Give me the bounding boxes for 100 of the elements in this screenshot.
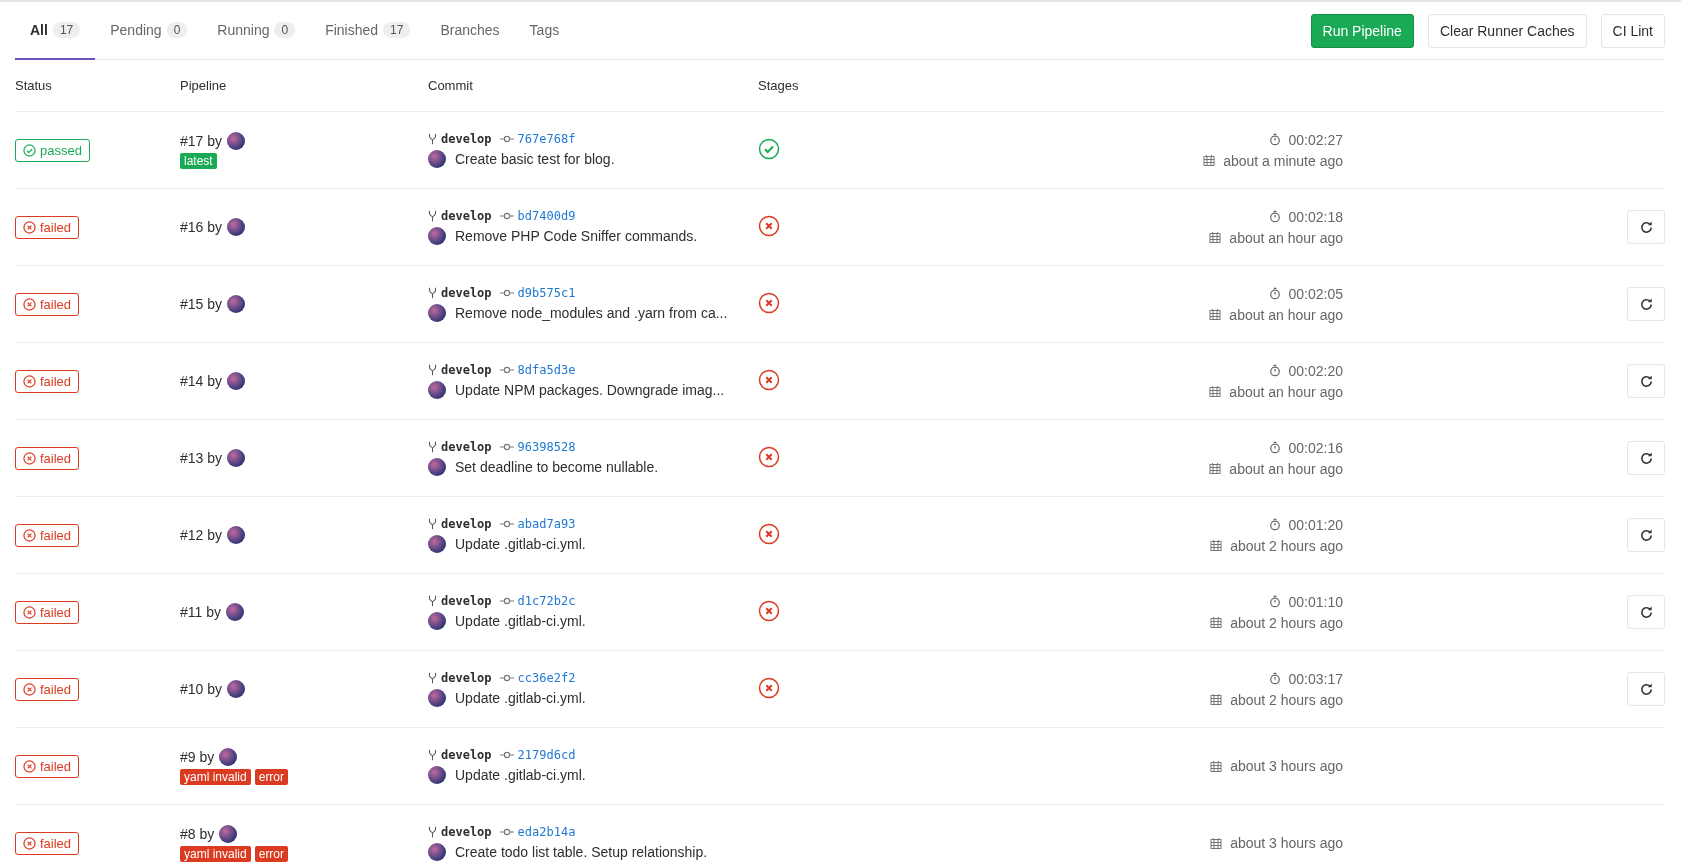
filter-tab[interactable]: All 17 (15, 2, 96, 60)
stage-failed-icon[interactable] (758, 445, 780, 468)
retry-button[interactable] (1627, 672, 1665, 706)
commit-message-link[interactable]: Update .gitlab-ci.yml. (455, 613, 586, 629)
retry-button[interactable] (1627, 364, 1665, 398)
pipeline-link[interactable]: #11 by (180, 604, 221, 620)
commit-sha-link[interactable]: 2179d6cd (517, 748, 576, 762)
status-badge[interactable]: failed (15, 215, 80, 239)
pipeline-link[interactable]: #14 by (180, 373, 223, 389)
created-time: about 2 hours ago (1230, 537, 1343, 554)
branch-link[interactable]: develop (441, 594, 492, 608)
avatar-icon[interactable] (428, 843, 446, 861)
filter-tab[interactable]: Running 0 (202, 2, 311, 60)
status-badge[interactable]: failed (15, 600, 80, 624)
filter-tab[interactable]: Finished 17 (310, 2, 426, 60)
avatar-icon[interactable] (428, 458, 446, 476)
retry-button[interactable] (1627, 287, 1665, 321)
avatar-icon[interactable] (227, 131, 246, 150)
commit-sha-link[interactable]: bd7400d9 (517, 209, 576, 223)
commit-sha-link[interactable]: abad7a93 (517, 517, 576, 531)
action-button[interactable]: Clear Runner Caches (1427, 13, 1587, 48)
count-badge: 0 (274, 22, 296, 38)
retry-button[interactable] (1627, 210, 1665, 244)
status-badge[interactable]: failed (15, 677, 80, 701)
branch-link[interactable]: develop (441, 132, 492, 146)
avatar-icon[interactable] (428, 612, 446, 630)
filter-tab[interactable]: Pending 0 (95, 2, 203, 60)
avatar-icon[interactable] (428, 535, 446, 553)
status-badge[interactable]: failed (15, 446, 80, 470)
commit-message-link[interactable]: Set deadline to become nullable. (455, 459, 659, 475)
pipeline-link[interactable]: #16 by (180, 219, 223, 235)
pipeline-link[interactable]: #17 by (180, 132, 223, 149)
calendar-icon (1209, 308, 1222, 321)
commit-message-link[interactable]: Create basic test for blog. (455, 151, 615, 167)
commit-sha-link[interactable]: cc36e2f2 (517, 671, 576, 685)
branch-link[interactable]: develop (441, 209, 492, 223)
commit-message-link[interactable]: Update .gitlab-ci.yml. (455, 690, 586, 706)
commit-sha-link[interactable]: d9b575c1 (517, 286, 576, 300)
stage-failed-icon[interactable] (758, 676, 780, 699)
avatar-icon[interactable] (227, 218, 246, 236)
avatar-icon[interactable] (428, 150, 446, 168)
commit-sha-link[interactable]: d1c72b2c (517, 594, 576, 608)
stage-failed-icon[interactable] (758, 214, 780, 237)
pipeline-link[interactable]: #10 by (180, 681, 223, 697)
avatar-icon[interactable] (428, 766, 446, 784)
retry-button[interactable] (1627, 595, 1665, 629)
branch-link[interactable]: develop (441, 825, 492, 839)
avatar-icon[interactable] (428, 227, 446, 245)
avatar-icon[interactable] (227, 372, 246, 390)
branch-link[interactable]: develop (441, 363, 492, 377)
commit-sha-link[interactable]: 96398528 (517, 440, 576, 454)
avatar-icon[interactable] (227, 295, 246, 313)
avatar-icon[interactable] (219, 824, 238, 843)
retry-button[interactable] (1627, 518, 1665, 552)
stage-failed-icon[interactable] (758, 291, 780, 314)
avatar-icon[interactable] (227, 680, 246, 698)
commit-icon (499, 519, 514, 529)
x-circle-icon (23, 297, 36, 311)
branch-link[interactable]: develop (441, 748, 492, 762)
pipeline-link[interactable]: #13 by (180, 450, 223, 466)
calendar-icon (1209, 462, 1222, 475)
pipeline-link[interactable]: #9 by (180, 748, 215, 765)
status-badge[interactable]: failed (15, 523, 80, 547)
commit-sha-link[interactable]: eda2b14a (517, 825, 576, 839)
avatar-icon[interactable] (227, 449, 246, 467)
status-badge[interactable]: failed (15, 754, 80, 778)
commit-message-link[interactable]: Update NPM packages. Downgrade imag... (455, 382, 725, 398)
stage-failed-icon[interactable] (758, 599, 780, 622)
action-button[interactable]: CI Lint (1600, 13, 1665, 48)
fork-icon (428, 286, 437, 300)
avatar-icon[interactable] (428, 381, 446, 399)
stage-failed-icon[interactable] (758, 522, 780, 545)
status-badge[interactable]: failed (15, 831, 80, 855)
pipeline-link[interactable]: #12 by (180, 527, 223, 543)
retry-button[interactable] (1627, 441, 1665, 475)
commit-message-link[interactable]: Remove PHP Code Sniffer commands. (455, 228, 698, 244)
status-badge[interactable]: failed (15, 369, 80, 393)
status-badge[interactable]: failed (15, 292, 80, 316)
stage-failed-icon[interactable] (758, 368, 780, 391)
branch-link[interactable]: develop (441, 286, 492, 300)
filter-tab[interactable]: Branches (425, 2, 515, 60)
avatar-icon[interactable] (227, 526, 246, 544)
commit-message-link[interactable]: Update .gitlab-ci.yml. (455, 767, 586, 783)
avatar-icon[interactable] (226, 603, 244, 621)
x-circle-icon (23, 220, 36, 234)
stage-passed-icon[interactable] (758, 137, 780, 160)
pipeline-link[interactable]: #15 by (180, 296, 223, 312)
branch-link[interactable]: develop (441, 440, 492, 454)
commit-message-link[interactable]: Remove node_modules and .yarn from ca... (455, 305, 728, 321)
commit-message-link[interactable]: Create todo list table. Setup relationship. (455, 844, 708, 860)
commit-sha-link[interactable]: 767e768f (517, 132, 576, 146)
avatar-icon[interactable] (428, 304, 446, 322)
commit-message-link[interactable]: Update .gitlab-ci.yml. (455, 536, 586, 552)
avatar-icon[interactable] (219, 747, 238, 766)
commit-sha-link[interactable]: 8dfa5d3e (517, 363, 576, 377)
pipeline-link[interactable]: #8 by (180, 825, 215, 842)
branch-link[interactable]: develop (441, 671, 492, 685)
filter-tab[interactable]: Tags (514, 2, 575, 60)
avatar-icon[interactable] (428, 689, 446, 707)
branch-link[interactable]: develop (441, 517, 492, 531)
